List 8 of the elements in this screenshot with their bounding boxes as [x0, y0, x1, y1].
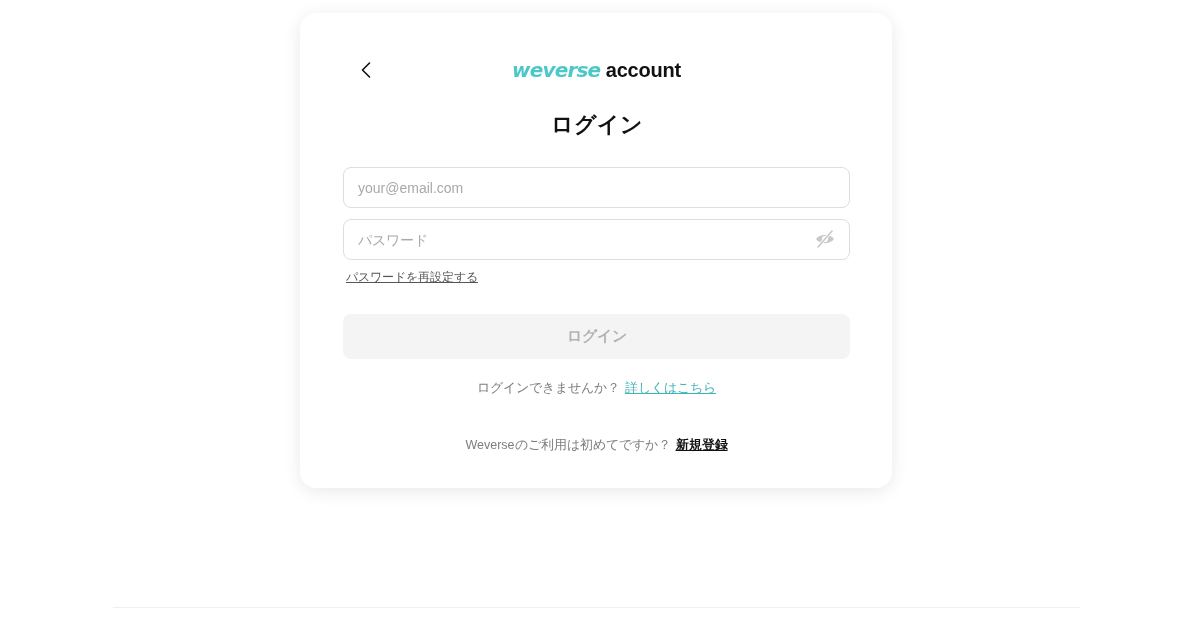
help-text: ログインできませんか？: [477, 380, 620, 397]
password-field[interactable]: パスワード: [343, 219, 850, 260]
app-logo: weverse account: [512, 57, 681, 83]
signup-prompt: Weverseのご利用は初めてですか？: [465, 437, 671, 454]
page-title: ログイン: [550, 111, 643, 139]
signup-link[interactable]: 新規登録: [675, 436, 728, 454]
email-field[interactable]: your@email.com: [343, 167, 850, 208]
reset-password-link[interactable]: パスワードを再設定する: [346, 269, 478, 285]
